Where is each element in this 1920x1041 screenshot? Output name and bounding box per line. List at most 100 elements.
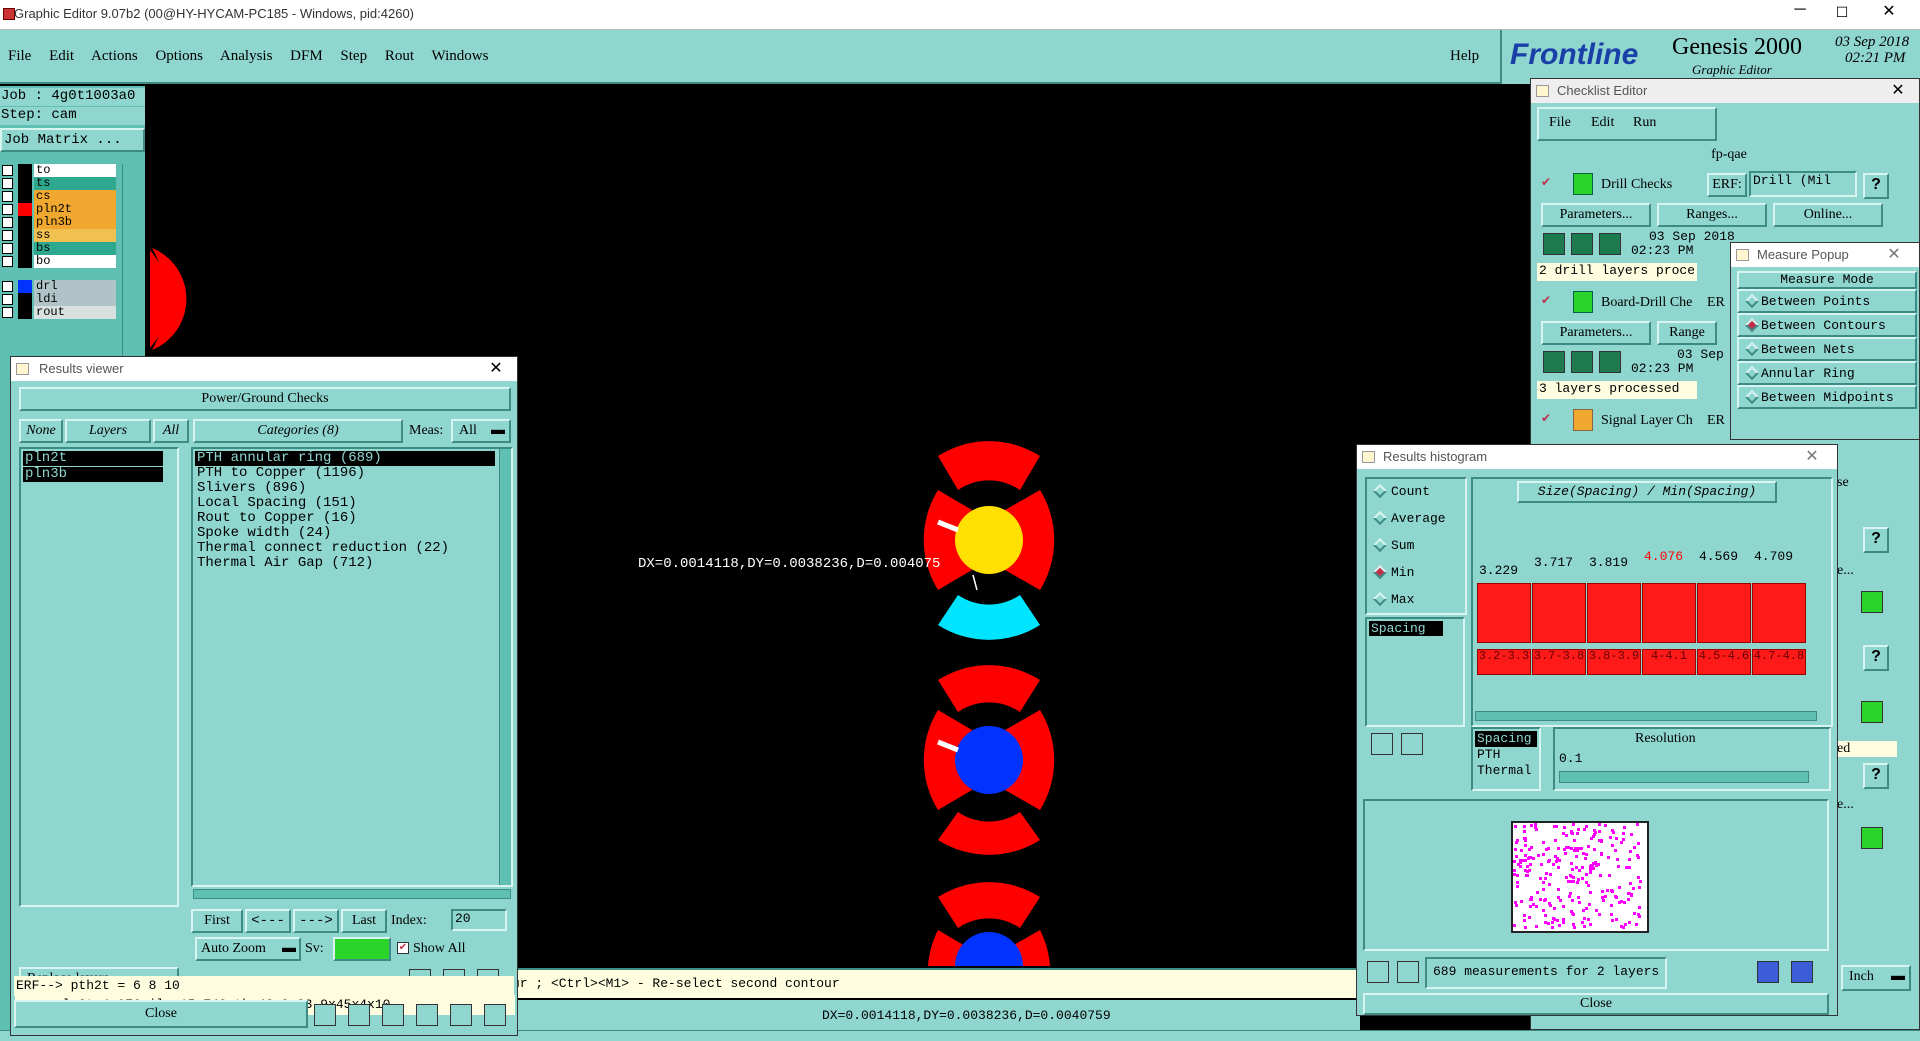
zoom-icon-3[interactable]	[1861, 827, 1883, 849]
check-enable-1[interactable]: ✔	[1541, 175, 1551, 190]
layer-row[interactable]: drl	[0, 280, 120, 293]
layer-checkbox[interactable]	[2, 191, 13, 202]
run-icon-5[interactable]	[1571, 351, 1593, 373]
layer-checkbox[interactable]	[2, 294, 13, 305]
histogram-bar[interactable]	[1532, 583, 1586, 643]
layer-checkbox[interactable]	[2, 204, 13, 215]
measure-option[interactable]: Between Nets	[1737, 337, 1917, 361]
measure-option[interactable]: Between Midpoints	[1737, 385, 1917, 409]
category-item[interactable]: PTH annular ring (689)	[195, 451, 495, 466]
run-icon-3[interactable]	[1599, 233, 1621, 255]
minimize-button[interactable]: ─	[1780, 0, 1820, 24]
summary-del-icon[interactable]	[1367, 961, 1389, 983]
board-thumbnail[interactable]	[1511, 821, 1649, 933]
menu-file[interactable]: File	[8, 48, 31, 64]
histogram-bar[interactable]	[1752, 583, 1806, 643]
measure-option[interactable]: Annular Ring	[1737, 361, 1917, 385]
histogram-bar[interactable]	[1642, 583, 1696, 643]
inch-select[interactable]: Inch ▬	[1841, 965, 1911, 991]
toolbar-icon-1[interactable]	[314, 1004, 336, 1026]
layer-color-swatch[interactable]	[18, 280, 32, 293]
help-icon-2[interactable]: ?	[1863, 527, 1889, 553]
layer-color-swatch[interactable]	[18, 216, 32, 229]
rv-first-button[interactable]: First	[191, 909, 243, 933]
layer-row[interactable]: pln3b	[0, 216, 120, 229]
menu-dfm[interactable]: DFM	[290, 48, 323, 64]
layer-name[interactable]: rout	[34, 306, 116, 319]
close-window-button[interactable]: ✕	[1864, 0, 1914, 24]
chart-view-icon-1[interactable]	[1757, 961, 1779, 983]
category-item[interactable]: Slivers (896)	[195, 481, 495, 496]
zoom-icon-1[interactable]	[1861, 591, 1883, 613]
toolbar-icon-5[interactable]	[450, 1004, 472, 1026]
layer-color-swatch[interactable]	[18, 190, 32, 203]
category-item[interactable]: Local Spacing (151)	[195, 496, 495, 511]
cl-menu-edit[interactable]: Edit	[1591, 115, 1614, 131]
toolbar-icon-6[interactable]	[484, 1004, 506, 1026]
rv-meas-select[interactable]: All ▬	[451, 419, 511, 443]
chart-h-scroll[interactable]	[1475, 711, 1817, 721]
menu-actions[interactable]: Actions	[91, 48, 138, 64]
stat-option[interactable]: Min	[1367, 560, 1465, 587]
type-list[interactable]: Spacing PTH Thermal	[1471, 727, 1541, 791]
category-item[interactable]: Spoke width (24)	[195, 526, 495, 541]
histogram-close-icon[interactable]: ✕	[1797, 447, 1827, 467]
layer-row[interactable]: bo	[0, 255, 120, 268]
toolbar-icon-2[interactable]	[348, 1004, 370, 1026]
stat-option[interactable]: Max	[1367, 587, 1465, 614]
zoom-icon-2[interactable]	[1861, 701, 1883, 723]
board-map[interactable]	[1363, 799, 1829, 951]
rv-layers-button[interactable]: Layers	[65, 419, 151, 443]
menu-rout[interactable]: Rout	[385, 48, 414, 64]
layer-color-swatch[interactable]	[18, 177, 32, 190]
rv-close-button[interactable]: Close	[14, 1000, 308, 1028]
layer-color-swatch[interactable]	[18, 164, 32, 177]
category-item[interactable]: Thermal connect reduction (22)	[195, 541, 495, 556]
online-button-1[interactable]: Online...	[1773, 203, 1883, 227]
run-icon-4[interactable]	[1543, 351, 1565, 373]
layer-color-swatch[interactable]	[18, 255, 32, 268]
board-drill-label[interactable]: Board-Drill Che	[1601, 295, 1692, 311]
layer-color-swatch[interactable]	[18, 203, 32, 216]
histogram-close-button[interactable]: Close	[1363, 993, 1829, 1015]
rv-layer-item[interactable]: pln3b	[23, 467, 163, 482]
layer-checkbox[interactable]	[2, 230, 13, 241]
rv-layer-item[interactable]: pln2t	[23, 451, 163, 466]
chart-view-icon-2[interactable]	[1791, 961, 1813, 983]
rv-index-input[interactable]: 20	[451, 909, 507, 931]
layer-checkbox[interactable]	[2, 256, 13, 267]
cl-menu-file[interactable]: File	[1549, 115, 1571, 131]
rv-all-button[interactable]: All	[153, 419, 189, 443]
stat-option[interactable]: Sum	[1367, 533, 1465, 560]
measure-popup-close-icon[interactable]: ✕	[1879, 245, 1909, 265]
rv-sv-color-select[interactable]	[333, 937, 391, 961]
menu-edit[interactable]: Edit	[49, 48, 74, 64]
ranges-button-1[interactable]: Ranges...	[1657, 203, 1767, 227]
rv-categories-button[interactable]: Categories (8)	[193, 419, 403, 443]
menu-analysis[interactable]: Analysis	[220, 48, 273, 64]
parameters-button-1[interactable]: Parameters...	[1541, 203, 1651, 227]
stat-option[interactable]: Average	[1367, 506, 1465, 533]
check-enable-3[interactable]: ✔	[1541, 411, 1551, 426]
help-icon[interactable]: ?	[1863, 173, 1889, 199]
resolution-slider[interactable]	[1559, 771, 1809, 783]
erf-input[interactable]: Drill (Mil	[1749, 171, 1857, 197]
hist-del-icon[interactable]	[1371, 733, 1393, 755]
layer-row[interactable]: ts	[0, 177, 120, 190]
toolbar-icon-4[interactable]	[416, 1004, 438, 1026]
menu-windows[interactable]: Windows	[432, 48, 489, 64]
histogram-bar[interactable]	[1587, 583, 1641, 643]
layer-color-swatch[interactable]	[18, 306, 32, 319]
check-enable-2[interactable]: ✔	[1541, 293, 1551, 308]
rv-auto-zoom-select[interactable]: Auto Zoom ▬	[195, 937, 301, 961]
run-icon-1[interactable]	[1543, 233, 1565, 255]
maximize-button[interactable]: ☐	[1822, 0, 1862, 24]
help-icon-3[interactable]: ?	[1863, 645, 1889, 671]
layer-color-swatch[interactable]	[18, 242, 32, 255]
layer-checkbox[interactable]	[2, 307, 13, 318]
menu-step[interactable]: Step	[340, 48, 367, 64]
layer-row[interactable]: bs	[0, 242, 120, 255]
rv-next-button[interactable]: --->	[293, 909, 339, 933]
layer-checkbox[interactable]	[2, 217, 13, 228]
cl-menu-run[interactable]: Run	[1633, 115, 1656, 131]
